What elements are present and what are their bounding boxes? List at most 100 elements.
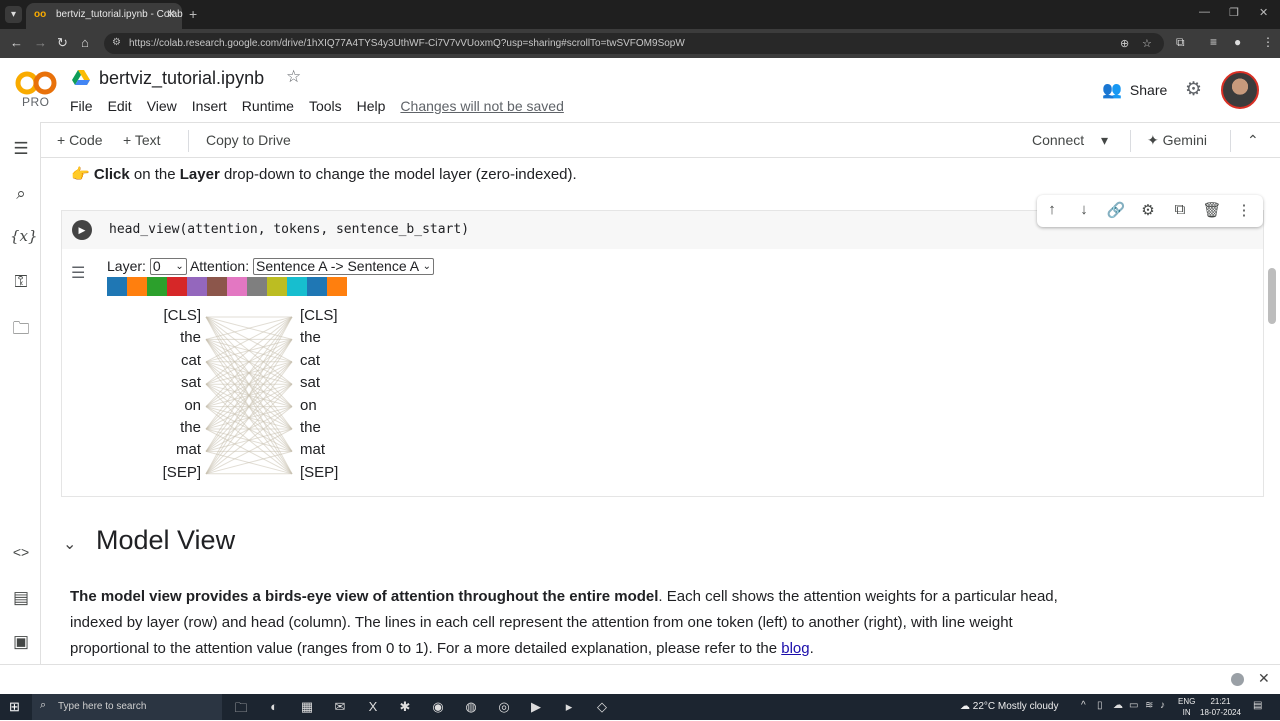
language-indicator[interactable]: ENG IN [1178,696,1195,718]
mirror-cell-icon[interactable]: ⧉ [1170,201,1190,218]
menu-insert[interactable]: Insert [192,98,227,114]
secrets-key-icon[interactable]: ⚿ [10,272,32,292]
add-text-button[interactable]: + Text [123,132,161,148]
app-icon[interactable]: ▸ [560,699,578,715]
delete-trash-icon[interactable]: 🗑 [1202,201,1222,219]
link-icon[interactable]: 🔗 [1106,201,1126,219]
minimize-icon[interactable]: — [1199,6,1210,18]
reload-icon[interactable]: ↻ [57,35,68,51]
site-info-icon[interactable]: ⚙ [112,37,121,48]
right-token[interactable]: the [300,329,321,346]
left-token[interactable]: the [131,329,201,346]
windows-start-icon[interactable]: ⊞ [9,699,20,715]
terminal-app-icon[interactable]: ▶ [527,699,545,715]
file-explorer-icon[interactable]: 🗀 [232,699,250,721]
command-palette-icon[interactable]: ▤ [10,588,32,608]
code-cell[interactable]: ▶ head_view(attention, tokens, sentence_… [61,195,1264,497]
menu-view[interactable]: View [147,98,177,114]
wifi-icon[interactable]: ≋ [1145,700,1153,711]
mail-icon[interactable]: ✉ [331,699,349,715]
app-icon[interactable]: ◇ [593,699,611,715]
files-folder-icon[interactable]: 🗀 [10,316,32,345]
right-token[interactable]: on [300,397,317,414]
right-token[interactable]: [CLS] [300,307,338,324]
menu-tools[interactable]: Tools [309,98,342,114]
chrome-icon[interactable]: ◍ [462,699,480,715]
left-token[interactable]: [SEP] [131,464,201,481]
chevron-down-icon[interactable]: ▾ [1101,132,1108,149]
terminal-icon[interactable]: ▣ [10,632,32,652]
menu-edit[interactable]: Edit [108,98,132,114]
head-swatch[interactable] [227,277,247,296]
window-close-icon[interactable]: ✕ [1259,6,1268,19]
unsaved-notice[interactable]: Changes will not be saved [400,98,563,114]
move-up-icon[interactable]: ↑ [1042,201,1062,218]
head-swatch[interactable] [307,277,327,296]
blog-link[interactable]: blog [781,640,809,657]
head-swatch[interactable] [187,277,207,296]
notifications-icon[interactable]: ▤ [1253,700,1262,711]
edge-browser-icon[interactable]: ◐ [265,699,283,714]
right-token[interactable]: mat [300,441,325,458]
clock[interactable]: 21:21 18-07-2024 [1200,696,1241,718]
tray-chevron-icon[interactable]: ^ [1081,700,1086,711]
tray-icon[interactable]: ▯ [1097,700,1103,711]
connect-button[interactable]: Connect [1032,132,1084,148]
head-swatch[interactable] [247,277,267,296]
maximize-icon[interactable]: ❐ [1229,6,1239,19]
tray-icon[interactable]: ▭ [1129,700,1138,711]
onedrive-icon[interactable]: ☁ [1113,700,1123,711]
copy-to-drive-button[interactable]: Copy to Drive [206,132,291,148]
excel-icon[interactable]: X [364,699,382,714]
back-icon[interactable]: ← [10,35,23,50]
app-icon[interactable]: ◉ [429,699,447,715]
settings-gear-icon[interactable]: ⚙ [1185,78,1202,101]
left-token[interactable]: cat [131,352,201,369]
avatar[interactable] [1221,71,1259,109]
collapse-header-icon[interactable]: ⌃ [1247,132,1259,149]
run-cell-button[interactable]: ▶ [72,220,92,240]
app-icon[interactable]: ◎ [495,699,513,715]
add-code-button[interactable]: + Code [57,132,103,148]
head-swatch[interactable] [287,277,307,296]
url-field[interactable]: ⚙ https://colab.research.google.com/driv… [104,33,1164,54]
browser-menu-icon[interactable]: ⋮ [1262,35,1274,49]
left-token[interactable]: on [131,397,201,414]
volume-icon[interactable]: ♪ [1160,700,1165,711]
head-swatch[interactable] [167,277,187,296]
scrollbar-thumb[interactable] [1268,268,1276,324]
right-token[interactable]: [SEP] [300,464,338,481]
cell-settings-gear-icon[interactable]: ⚙ [1138,201,1158,219]
table-of-contents-icon[interactable]: ☰ [10,139,32,159]
gemini-button[interactable]: ✦ Gemini [1147,132,1207,149]
output-actions-icon[interactable]: ☰ [71,263,85,283]
close-panel-icon[interactable]: ✕ [1258,670,1270,687]
layer-select[interactable]: 0 ⌄ [149,258,187,275]
code-line[interactable]: head_view(attention, tokens, sentence_b_… [109,222,469,237]
close-icon[interactable]: ✕ [166,7,176,21]
tab-search-button[interactable]: ▾ [5,6,22,23]
menu-runtime[interactable]: Runtime [242,98,294,114]
bookmark-star-icon[interactable]: ☆ [1142,37,1152,50]
share-button[interactable]: 👥 Share [1102,80,1167,100]
taskbar-search[interactable]: ⌕ Type here to search [32,694,222,720]
reading-list-icon[interactable]: ≡ [1210,35,1217,49]
head-swatch[interactable] [107,277,127,296]
search-icon[interactable]: ⌕ [10,184,32,204]
right-token[interactable]: sat [300,374,320,391]
menu-help[interactable]: Help [357,98,386,114]
forward-icon[interactable]: → [34,35,47,50]
store-icon[interactable]: ▦ [298,699,316,715]
left-token[interactable]: mat [131,441,201,458]
more-options-icon[interactable]: ⋮ [1234,201,1254,219]
menu-file[interactable]: File [70,98,93,114]
zoom-icon[interactable]: ⊕ [1120,37,1129,50]
home-icon[interactable]: ⌂ [81,35,89,50]
right-token[interactable]: cat [300,352,320,369]
left-token[interactable]: [CLS] [131,307,201,324]
collapse-chevron-icon[interactable]: ⌄ [63,534,76,554]
head-swatch[interactable] [327,277,347,296]
settings-app-icon[interactable]: ✱ [396,699,414,715]
profile-icon[interactable]: ● [1234,35,1241,49]
left-token[interactable]: sat [131,374,201,391]
